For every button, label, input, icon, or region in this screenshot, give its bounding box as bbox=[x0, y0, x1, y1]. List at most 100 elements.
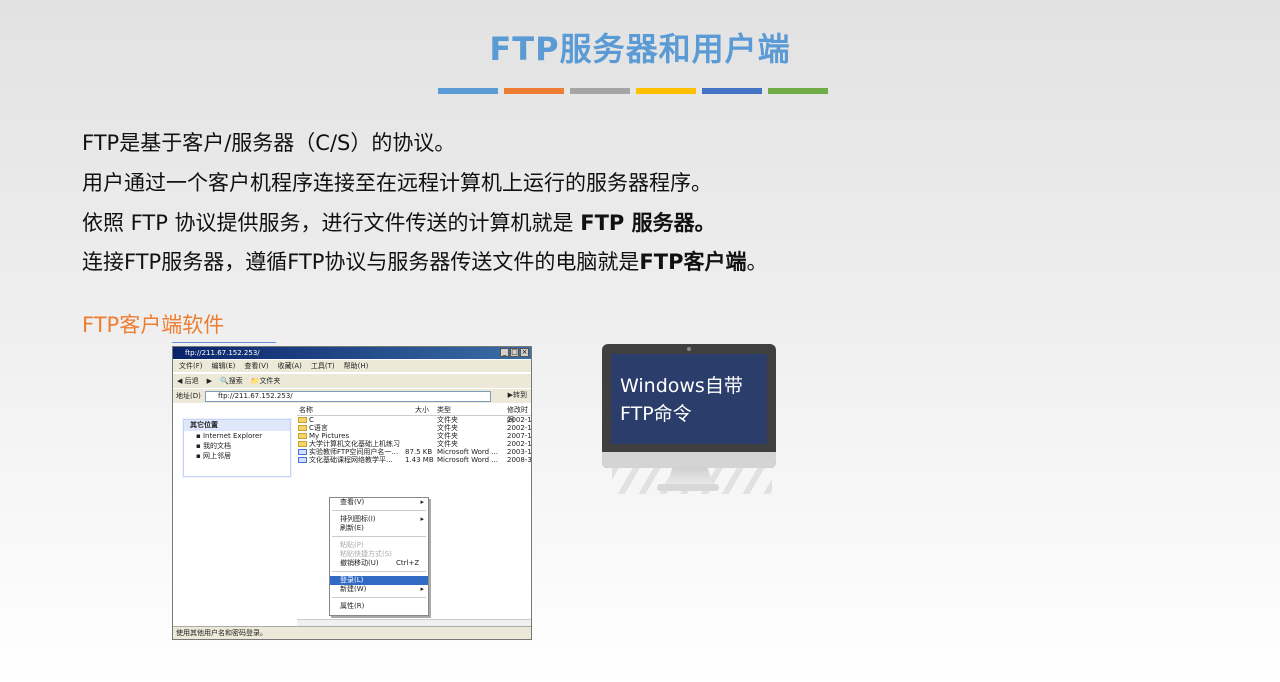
context-menu-item[interactable]: 属性(R) bbox=[330, 602, 428, 611]
slide-title: FTP服务器和用户端 bbox=[489, 30, 791, 68]
file-size: 1.43 MB bbox=[405, 456, 434, 464]
context-menu-item[interactable]: 新建(W) ▸ bbox=[330, 585, 428, 594]
window-titlebar[interactable]: ftp://211.67.152.253/ _ □ × bbox=[173, 347, 531, 359]
monitor-illustration: Windows自带FTP命令 bbox=[602, 344, 776, 468]
context-menu-item[interactable]: 撤销移动(U) Ctrl+Z bbox=[330, 559, 428, 568]
monitor-bezel bbox=[602, 452, 776, 468]
close-icon[interactable]: × bbox=[520, 348, 529, 357]
back-button[interactable]: ◀ 后退 bbox=[177, 374, 199, 388]
context-menu-item[interactable]: 刷新(E) bbox=[330, 524, 428, 533]
body-line-text: 连接FTP服务器，遵循FTP协议与服务器传送文件的电脑就是 bbox=[82, 250, 640, 274]
body-line: FTP是基于客户/服务器（C/S）的协议。 bbox=[82, 131, 456, 155]
menu-item[interactable]: 编辑(E) bbox=[212, 360, 236, 372]
col-size[interactable]: 大小 bbox=[415, 405, 429, 415]
col-type[interactable]: 类型 bbox=[437, 405, 451, 415]
submenu-arrow-icon: ▸ bbox=[420, 515, 424, 523]
file-row[interactable]: 大学计算机文化基础上机练习 文件夹 2002-1 bbox=[297, 440, 531, 448]
ftp-explorer-window: ftp://211.67.152.253/ _ □ × 文件(F) 编辑(E) 查看… bbox=[172, 346, 532, 640]
file-row[interactable]: C语言 文件夹 2002-1 bbox=[297, 424, 531, 432]
body-line-text: 依照 FTP 协议提供服务，进行文件传送的计算机就是 bbox=[82, 211, 581, 235]
file-name: 文化基础课程网络教学平... bbox=[309, 456, 393, 464]
file-name: My Pictures bbox=[309, 432, 350, 440]
context-menu-item[interactable]: 查看(V) ▸ bbox=[330, 498, 428, 507]
body-line: 依照 FTP 协议提供服务，进行文件传送的计算机就是 FTP 服务器。 bbox=[82, 211, 716, 235]
context-menu-item[interactable]: 排列图标(I) ▸ bbox=[330, 515, 428, 524]
folder-icon bbox=[298, 425, 307, 431]
file-type: 文件夹 bbox=[437, 440, 458, 448]
body-line: 连接FTP服务器，遵循FTP协议与服务器传送文件的电脑就是FTP客户端。 bbox=[82, 250, 767, 274]
other-places-panel: 其它位置 ▪ Internet Explorer ▪ 我的文档 ▪ 网上邻居 bbox=[183, 419, 291, 477]
context-menu-label: 粘贴(P) bbox=[340, 541, 364, 549]
address-input[interactable]: ftp://211.67.152.253/ bbox=[205, 391, 491, 402]
context-menu: 查看(V) ▸ 排列图标(I) ▸ 刷新(E) 粘贴(P) 粘贴快捷方式(S) 撤销移动(U)… bbox=[329, 497, 429, 616]
context-menu-label: 刷新(E) bbox=[340, 524, 364, 532]
status-bar: 使用其他用户名和密码登录。 bbox=[173, 626, 531, 639]
file-type: 文件夹 bbox=[437, 416, 458, 424]
folders-button[interactable]: 📁文件夹 bbox=[251, 374, 281, 388]
task-pane: 其它位置 ▪ Internet Explorer ▪ 我的文档 ▪ 网上邻居 bbox=[177, 405, 293, 635]
file-size: 87.5 KB bbox=[405, 448, 433, 456]
file-row[interactable]: 文化基础课程网络教学平... 1.43 MB Microsoft Word ... 2… bbox=[297, 456, 531, 464]
submenu-arrow-icon: ▸ bbox=[420, 585, 424, 593]
title-bar-segment bbox=[570, 88, 630, 94]
panel-link[interactable]: ▪ Internet Explorer bbox=[184, 431, 290, 441]
panel-link-label: 网上邻居 bbox=[202, 452, 231, 460]
file-row[interactable]: C 文件夹 2002-1 bbox=[297, 416, 531, 424]
file-date: 2008-3 bbox=[507, 456, 532, 464]
search-button[interactable]: 🔍搜索 bbox=[220, 374, 243, 388]
title-bar-segment bbox=[438, 88, 498, 94]
context-menu-label: 新建(W) bbox=[340, 585, 367, 593]
title-bar-segment bbox=[636, 88, 696, 94]
panel-link[interactable]: ▪ 我的文档 bbox=[184, 441, 290, 451]
title-bar-segment bbox=[702, 88, 762, 94]
file-name: 大学计算机文化基础上机练习 bbox=[309, 440, 400, 448]
file-row[interactable]: My Pictures 文件夹 2007-1 bbox=[297, 432, 531, 440]
ie-icon: ▪ bbox=[196, 432, 203, 440]
menu-item[interactable]: 工具(T) bbox=[311, 360, 335, 372]
menu-item[interactable]: 查看(V) bbox=[244, 360, 268, 372]
client-software-heading: FTP客户端软件 bbox=[82, 313, 225, 337]
maximize-icon[interactable]: □ bbox=[510, 348, 519, 357]
body-line-bold: FTP客户端 bbox=[639, 250, 747, 274]
body-line-tail: 。 bbox=[746, 250, 768, 274]
folder-icon bbox=[298, 433, 307, 439]
col-name[interactable]: 名称 bbox=[299, 405, 313, 415]
toolbar: ◀ 后退 ▶ 🔍搜索 📁文件夹 bbox=[173, 373, 531, 388]
camera-dot bbox=[687, 347, 691, 351]
file-date: 2007-1 bbox=[507, 432, 532, 440]
address-label: 地址(D) bbox=[176, 392, 201, 400]
context-menu-label: 属性(R) bbox=[340, 602, 365, 610]
panel-title[interactable]: 其它位置 bbox=[184, 420, 290, 431]
window-accent-line bbox=[172, 342, 276, 343]
shortcut-text: Ctrl+Z bbox=[396, 559, 420, 567]
file-type: Microsoft Word ... bbox=[437, 448, 498, 456]
panel-link-label: 我的文档 bbox=[202, 442, 231, 450]
window-title: ftp://211.67.152.253/ bbox=[185, 349, 260, 357]
file-name: 实验教师FTP空间用户名一... bbox=[309, 448, 399, 456]
file-type: Microsoft Word ... bbox=[437, 456, 498, 464]
go-button[interactable]: ▶转到 bbox=[508, 390, 527, 401]
file-date: 2002-1 bbox=[507, 416, 532, 424]
forward-button[interactable]: ▶ bbox=[207, 374, 212, 388]
monitor-screen-text: Windows自带FTP命令 bbox=[620, 375, 743, 425]
menu-item[interactable]: 文件(F) bbox=[179, 360, 203, 372]
minimize-icon[interactable]: _ bbox=[500, 348, 509, 357]
context-menu-label: 撤销移动(U) bbox=[340, 559, 379, 567]
folder-icon bbox=[298, 417, 307, 423]
context-menu-label: 查看(V) bbox=[340, 498, 365, 506]
file-row[interactable]: 实验教师FTP空间用户名一... 87.5 KB Microsoft Word ..… bbox=[297, 448, 531, 456]
folder-icon bbox=[298, 441, 307, 447]
file-type: 文件夹 bbox=[437, 432, 458, 440]
file-date: 2002-1 bbox=[507, 424, 532, 432]
panel-link[interactable]: ▪ 网上邻居 bbox=[184, 451, 290, 461]
context-menu-item[interactable]: 登录(L) bbox=[330, 576, 428, 585]
menu-item[interactable]: 收藏(A) bbox=[278, 360, 302, 372]
address-bar: 地址(D) ftp://211.67.152.253/ ▶转到 bbox=[173, 388, 531, 403]
menu-bar: 文件(F) 编辑(E) 查看(V) 收藏(A) 工具(T) 帮助(H) bbox=[173, 360, 531, 372]
title-color-bar bbox=[438, 88, 828, 94]
context-menu-label: 排列图标(I) bbox=[340, 515, 376, 523]
menu-item[interactable]: 帮助(H) bbox=[344, 360, 369, 372]
network-icon: ▪ bbox=[196, 452, 203, 460]
column-header: 名称 大小 类型 修改时间 bbox=[297, 405, 531, 424]
word-doc-icon bbox=[298, 449, 307, 455]
